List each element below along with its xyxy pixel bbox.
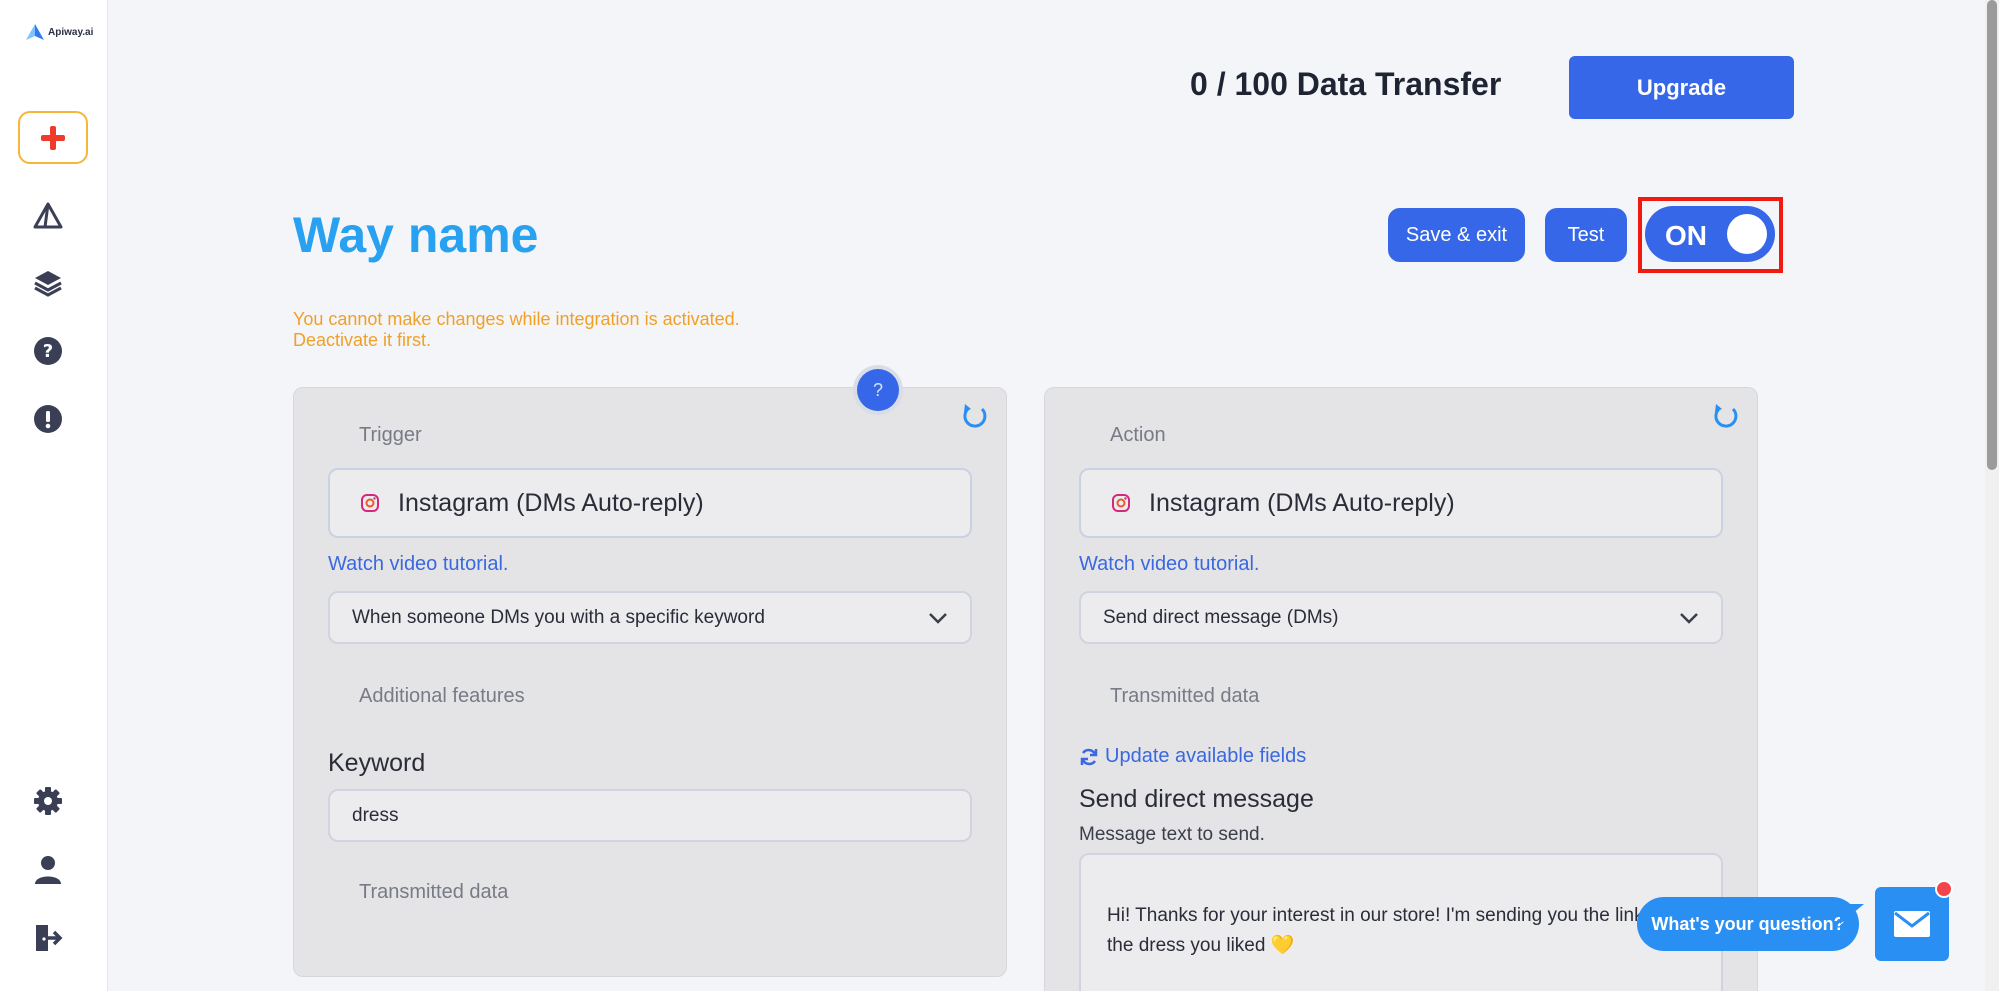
toggle-knob	[1727, 214, 1767, 254]
update-fields-link[interactable]: Update available fields	[1079, 745, 1306, 768]
keyword-input[interactable]: dress	[328, 789, 972, 842]
notification-dot	[1935, 880, 1953, 898]
trigger-transmitted-label: Transmitted data	[359, 881, 509, 903]
message-textarea[interactable]: Hi! Thanks for your interest in our stor…	[1079, 853, 1723, 991]
apiway-mark-icon	[33, 202, 63, 229]
sidebar: Apiway.ai ?	[0, 0, 108, 991]
logo-icon	[26, 24, 44, 40]
svg-text:?: ?	[43, 341, 53, 362]
add-way-button[interactable]	[18, 111, 88, 164]
nav-alerts[interactable]	[30, 401, 66, 437]
action-event-value: Send direct message (DMs)	[1103, 606, 1339, 628]
update-fields-label: Update available fields	[1105, 745, 1307, 767]
trigger-label: Trigger	[359, 424, 422, 446]
instagram-icon	[361, 494, 379, 512]
logo-text: Apiway.ai	[48, 26, 94, 38]
sync-icon	[1080, 748, 1098, 765]
action-tutorial-link[interactable]: Watch video tutorial.	[1079, 553, 1259, 576]
refresh-icon[interactable]	[1711, 402, 1741, 432]
additional-features-label: Additional features	[359, 685, 525, 707]
exclamation-circle-icon	[34, 405, 62, 433]
action-label: Action	[1110, 424, 1166, 446]
nav-layers[interactable]	[30, 265, 66, 301]
logout-icon	[36, 925, 63, 951]
action-transmitted-label: Transmitted data	[1110, 685, 1260, 707]
trigger-event-select[interactable]: When someone DMs you with a specific key…	[328, 591, 972, 644]
chat-prompt[interactable]: What's your question?	[1637, 897, 1859, 951]
trigger-tutorial-link[interactable]: Watch video tutorial.	[328, 553, 508, 576]
trigger-app-select[interactable]: Instagram (DMs Auto-reply)	[328, 468, 972, 538]
nav-help[interactable]: ?	[30, 333, 66, 369]
chevron-down-icon	[1680, 612, 1698, 624]
activation-warning: You cannot make changes while integratio…	[293, 309, 740, 350]
trigger-event-value: When someone DMs you with a specific key…	[352, 606, 765, 628]
gear-icon	[34, 787, 62, 815]
app-logo[interactable]: Apiway.ai	[26, 24, 93, 40]
action-event-select[interactable]: Send direct message (DMs)	[1079, 591, 1723, 644]
chat-button[interactable]	[1875, 887, 1949, 961]
upgrade-button[interactable]: Upgrade	[1569, 56, 1794, 119]
help-bubble[interactable]: ?	[857, 369, 899, 411]
data-transfer-usage: 0 / 100 Data Transfer	[1190, 66, 1502, 102]
save-exit-button[interactable]: Save & exit	[1388, 208, 1525, 262]
plus-icon	[41, 125, 65, 150]
action-app-name: Instagram (DMs Auto-reply)	[1149, 488, 1455, 517]
instagram-icon	[1112, 494, 1130, 512]
nav-settings[interactable]	[30, 783, 66, 819]
refresh-icon[interactable]	[960, 402, 990, 432]
nav-logout[interactable]	[30, 920, 66, 956]
keyword-title: Keyword	[328, 749, 426, 777]
send-message-title: Send direct message	[1079, 785, 1314, 813]
scrollbar-thumb[interactable]	[1987, 0, 1997, 470]
question-circle-icon: ?	[34, 337, 62, 365]
action-app-select[interactable]: Instagram (DMs Auto-reply)	[1079, 468, 1723, 538]
chevron-down-icon	[929, 612, 947, 624]
trigger-app-name: Instagram (DMs Auto-reply)	[398, 488, 704, 517]
way-name-title[interactable]: Way name	[293, 206, 538, 264]
message-hint: Message text to send.	[1079, 824, 1265, 845]
nav-profile[interactable]	[30, 852, 66, 888]
toggle-label: ON	[1665, 220, 1707, 251]
user-icon	[35, 856, 61, 884]
test-button[interactable]: Test	[1545, 208, 1627, 262]
mail-icon	[1894, 911, 1930, 937]
chat-tail	[1840, 904, 1864, 924]
scrollbar[interactable]	[1985, 0, 1999, 991]
activation-toggle[interactable]: ON	[1645, 206, 1775, 262]
nav-ways[interactable]	[30, 198, 66, 234]
layers-icon	[34, 271, 62, 297]
trigger-panel: Trigger Instagram (DMs Auto-reply) Watch…	[293, 387, 1007, 977]
